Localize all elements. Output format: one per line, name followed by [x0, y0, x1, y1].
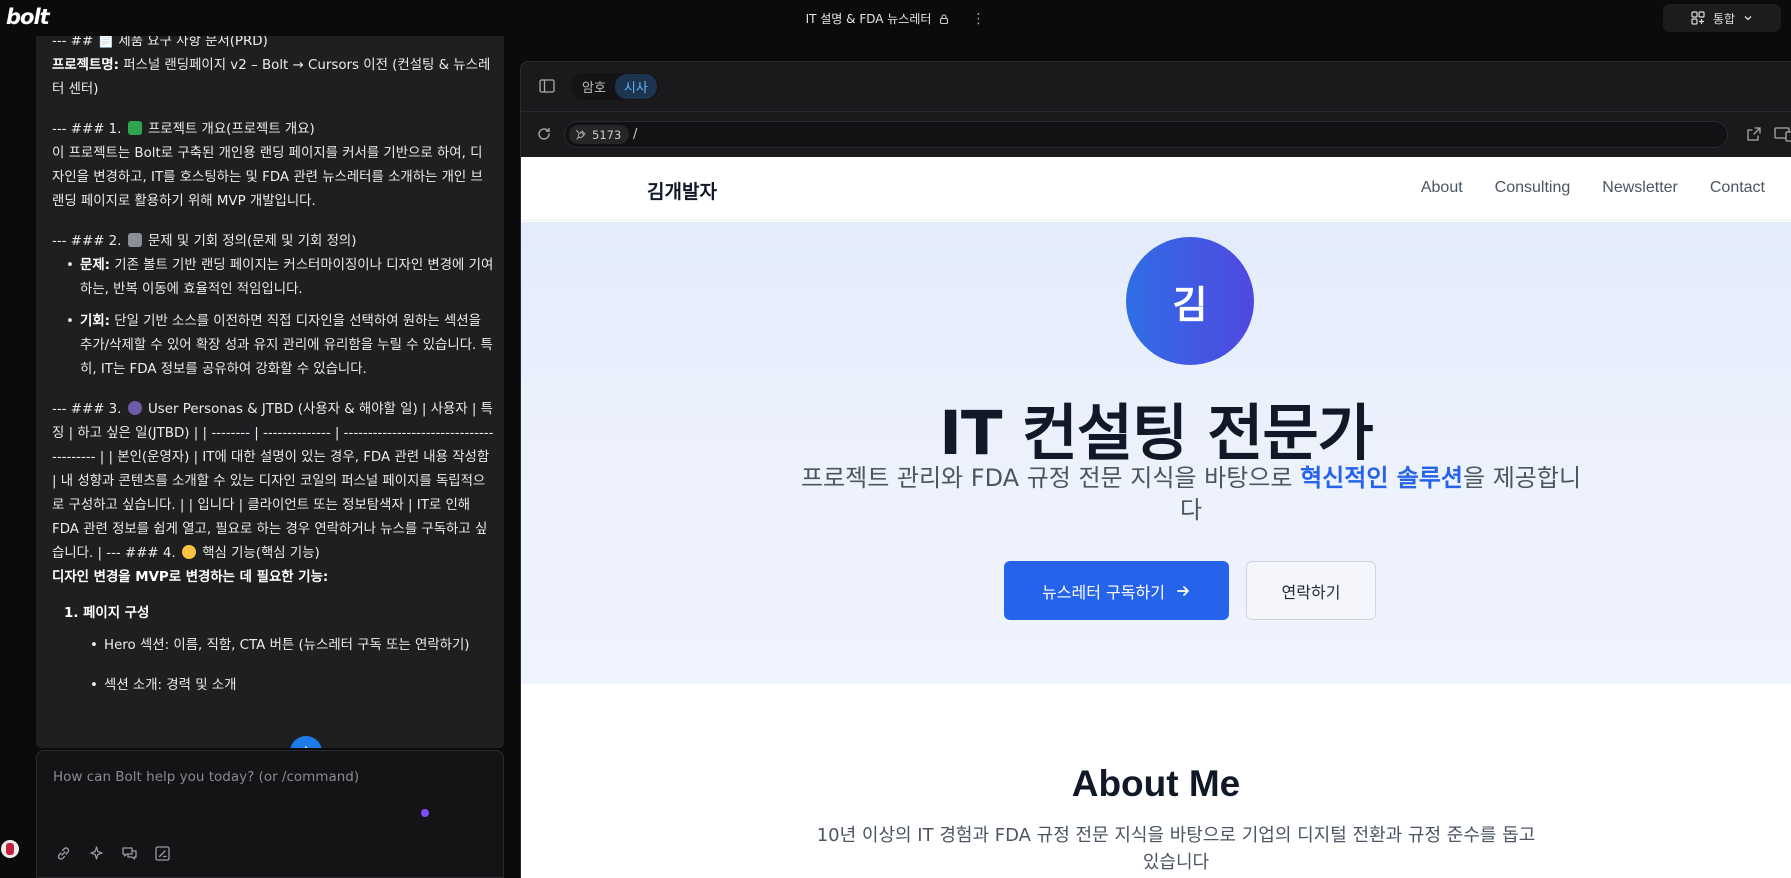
edit-icon[interactable]	[154, 845, 171, 862]
list-item: 1. 페이지 구성 Hero 섹션: 이름, 직함, CTA 버튼 (뉴스레터 …	[64, 602, 494, 698]
prompt-toolbar	[55, 845, 171, 862]
opportunity-label: 기회:	[80, 314, 110, 329]
section-2-prefix: --- ### 2.	[52, 234, 122, 249]
list-item: Hero 섹션: 이름, 직함, CTA 버튼 (뉴스레터 구독 또는 연락하기…	[90, 634, 494, 658]
url-bar[interactable]: 5173 /	[564, 121, 1728, 148]
arrow-down-icon	[305, 746, 307, 748]
hero-subtitle-pre: 프로젝트 관리와 FDA 규정 전문 지식을 바탕으로	[800, 464, 1301, 492]
sidebar-toggle-icon[interactable]	[539, 79, 555, 93]
left-rail	[0, 36, 36, 878]
nav-link-contact[interactable]: Contact	[1710, 179, 1765, 197]
site-brand[interactable]: 김개발자	[647, 177, 717, 204]
section-2-heading: 문제 및 기회 정의(문제 및 기회 정의)	[147, 234, 357, 249]
lock-icon	[940, 13, 949, 24]
preview-toolbar: 암호 시사	[521, 62, 1791, 112]
feature-group-label: 1. 페이지 구성	[64, 606, 150, 621]
section-1-prefix: --- ### 1.	[52, 122, 122, 137]
section-3-prefix: --- ### 3.	[52, 402, 122, 417]
status-dot	[421, 809, 429, 817]
list-item: 기회: 단일 기반 소스를 이전하면 직접 디자인을 선택하여 원하는 섹션을 …	[66, 310, 494, 382]
plug-icon	[575, 129, 586, 140]
project-title[interactable]: IT 설명 & FDA 뉴스레터	[806, 10, 932, 27]
problem-text: 기존 볼트 기반 랜딩 페이지는 커스터마이징이나 디자인 변경에 기여하는, …	[80, 258, 494, 297]
about-title: About Me	[1071, 763, 1241, 804]
section-4-heading: 핵심 기능(핵심 기능)	[202, 546, 320, 561]
hero-avatar: 김	[1126, 237, 1254, 365]
port-selector[interactable]: 5173	[569, 125, 630, 144]
chevron-down-icon	[1744, 16, 1752, 21]
grid-icon	[1691, 11, 1705, 25]
top-bar: bolt IT 설명 & FDA 뉴스레터 ⋮ 통합	[0, 0, 1791, 36]
opportunity-text: 단일 기반 소스를 이전하면 직접 디자인을 선택하여 원하는 섹션을 추가/삭…	[80, 314, 493, 377]
more-options-icon[interactable]: ⋮	[971, 12, 985, 26]
prompt-input[interactable]	[53, 769, 483, 785]
view-switcher: 암호 시사	[571, 73, 659, 100]
problem-list: 문제: 기존 볼트 기반 랜딩 페이지는 커스터마이징이나 디자인 변경에 기여…	[52, 254, 494, 382]
reload-icon[interactable]	[536, 126, 552, 142]
integrations-label: 통합	[1712, 11, 1736, 26]
hero-subtitle-highlight: 혁신적인 솔루션	[1300, 464, 1463, 492]
hero-section: 김 IT 컨설팅 전문가 프로젝트 관리와 FDA 규정 전문 지식을 바탕으로…	[521, 222, 1791, 684]
device-preview-icon[interactable]	[1774, 126, 1791, 142]
hero-title: IT 컨설팅 전문가	[939, 398, 1374, 469]
project-title-bar[interactable]: IT 설명 & FDA 뉴스레터 ⋮	[0, 10, 1791, 27]
prd-heading: --- ## 📄 제품 요구 사항 문서(PRD)	[52, 36, 268, 49]
mvp-line: 디자인 변경을 MVP로 변경하는 데 필요한 기능:	[52, 570, 329, 585]
subscribe-newsletter-button[interactable]: 뉴스레터 구독하기	[1004, 561, 1229, 620]
list-item: 문제: 기존 볼트 기반 랜딩 페이지는 커스터마이징이나 디자인 변경에 기여…	[66, 254, 494, 302]
url-path[interactable]: /	[633, 127, 637, 142]
integrations-button[interactable]: 통합	[1663, 4, 1781, 32]
contact-button[interactable]: 연락하기	[1246, 561, 1376, 620]
user-avatar[interactable]	[1, 840, 19, 858]
chat-message: --- ## 📄 제품 요구 사항 문서(PRD) 프로젝트명: 퍼스널 랜딩페…	[52, 36, 494, 714]
site-navbar: 김개발자 About Consulting Newsletter Contact	[521, 157, 1791, 221]
check-icon	[127, 121, 142, 135]
list-item: 섹션 소개: 경력 및 소개	[90, 674, 494, 698]
problem-label: 문제:	[80, 258, 110, 273]
url-row: 5173 /	[521, 112, 1791, 156]
lightbulb-icon	[181, 545, 196, 559]
tools-icon	[127, 233, 142, 247]
enhance-prompt-icon[interactable]	[88, 845, 105, 862]
project-label: 프로젝트명:	[52, 58, 119, 73]
site-nav-links: About Consulting Newsletter Contact	[1421, 179, 1765, 197]
chat-fade	[36, 720, 504, 748]
subscribe-button-label: 뉴스레터 구독하기	[1042, 582, 1165, 602]
about-description: 10년 이상의 IT 경험과 FDA 규정 전문 지식을 바탕으로 기업의 디지…	[816, 825, 1536, 873]
hero-subtitle: 프로젝트 관리와 FDA 규정 전문 지식을 바탕으로 혁신적인 솔루션을 제공…	[796, 462, 1586, 526]
open-in-new-tab-icon[interactable]	[1746, 126, 1762, 142]
chat-panel: --- ## 📄 제품 요구 사항 문서(PRD) 프로젝트명: 퍼스널 랜딩페…	[36, 36, 504, 748]
section-1-body: 이 프로젝트는 Bolt로 구축된 개인용 랜딩 페이지를 커서를 기반으로 하…	[52, 146, 483, 209]
arrow-right-icon	[1177, 585, 1189, 596]
feature-sublist: Hero 섹션: 이름, 직함, CTA 버튼 (뉴스레터 구독 또는 연락하기…	[64, 634, 494, 698]
port-number: 5173	[592, 127, 622, 142]
nav-link-newsletter[interactable]: Newsletter	[1602, 179, 1678, 197]
attach-link-icon[interactable]	[55, 845, 72, 862]
feature-list: 1. 페이지 구성 Hero 섹션: 이름, 직함, CTA 버튼 (뉴스레터 …	[52, 602, 494, 698]
tab-preview[interactable]: 시사	[614, 74, 657, 99]
nav-link-about[interactable]: About	[1421, 179, 1463, 197]
website-preview: 김개발자 About Consulting Newsletter Contact…	[521, 157, 1791, 878]
nav-link-consulting[interactable]: Consulting	[1495, 179, 1571, 197]
section-1-heading: 프로젝트 개요(프로젝트 개요)	[147, 122, 315, 137]
discuss-icon[interactable]	[121, 845, 138, 862]
section-3-body: User Personas & JTBD (사용자 & 해야할 일) | 사용자…	[52, 402, 494, 561]
prompt-box	[36, 750, 504, 878]
tab-code[interactable]: 암호	[573, 74, 615, 99]
person-icon	[127, 401, 142, 415]
